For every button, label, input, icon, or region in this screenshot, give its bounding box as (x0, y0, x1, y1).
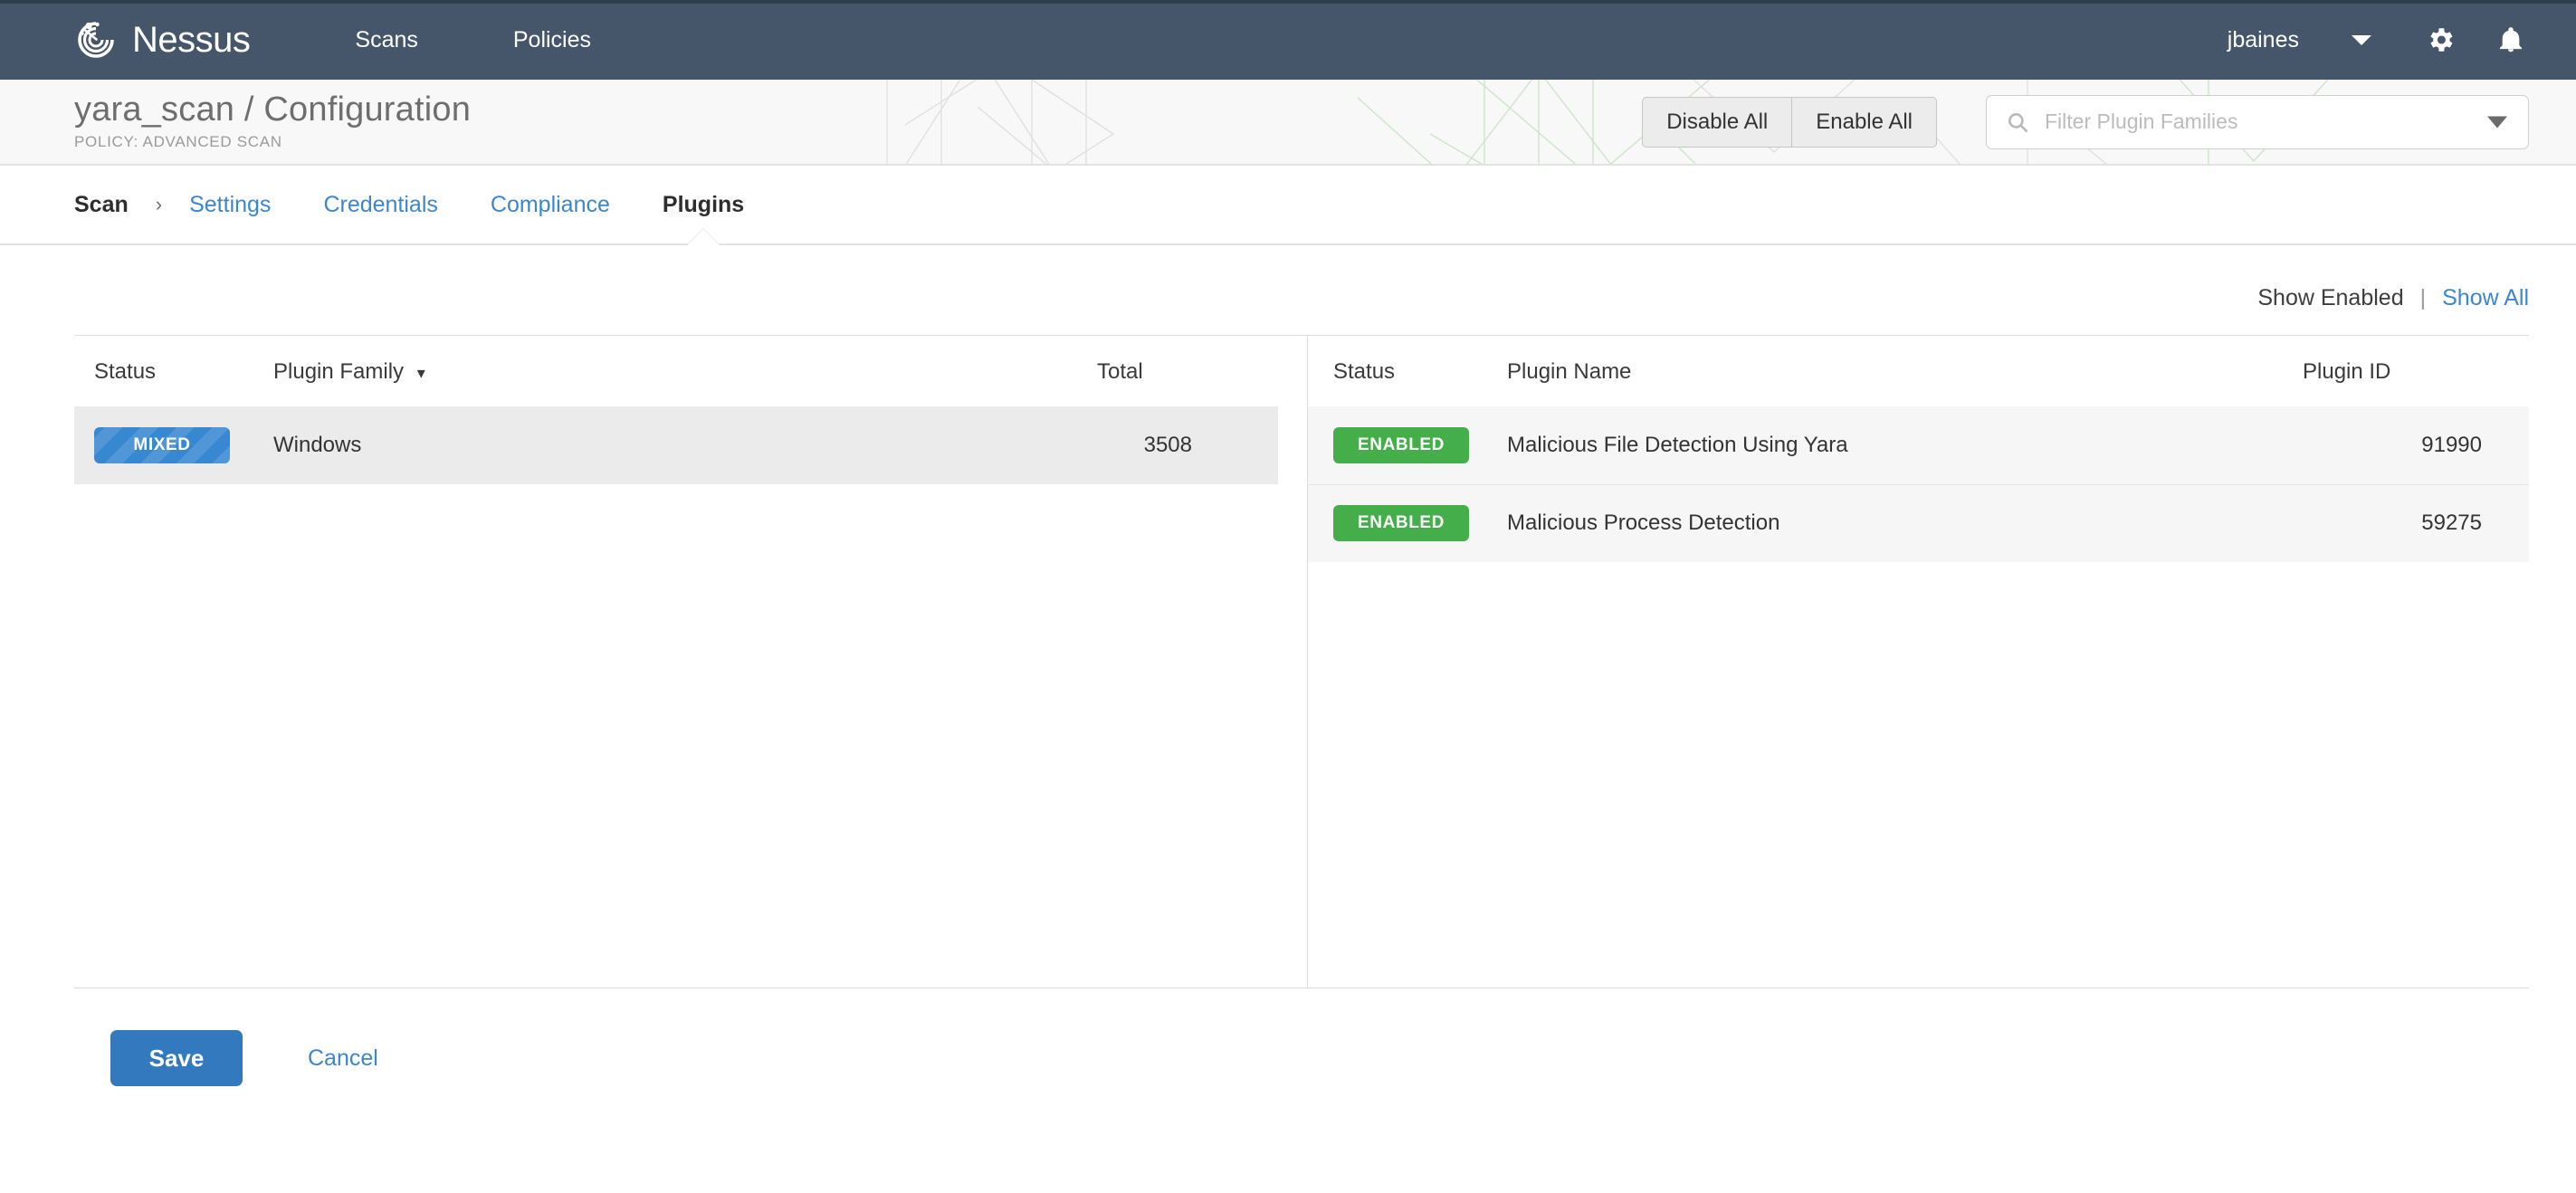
table-header-row: Status Plugin Family ▾ Total (74, 336, 1278, 406)
brand-name: Nessus (132, 22, 250, 58)
tab-scan-root[interactable]: Scan (74, 192, 129, 218)
title-block: yara_scan / Configuration POLICY: ADVANC… (74, 92, 471, 152)
show-filter-separator: | (2420, 285, 2427, 311)
page-title: yara_scan / Configuration (74, 92, 471, 129)
filter-plugin-families-control[interactable] (1986, 95, 2529, 149)
bulk-toggle-button-group: Disable All Enable All (1642, 97, 1937, 148)
plugin-id-cell: 59275 (2303, 484, 2529, 562)
column-header-plugin-id: Plugin ID (2303, 336, 2529, 406)
plugins-panel: Status Plugin Name Plugin ID ENABLED Mal… (1307, 336, 2529, 988)
caret-down-icon[interactable]: ▾ (417, 364, 425, 382)
main-content: Show Enabled | Show All Status Plugin Fa… (0, 245, 2576, 988)
plugins-panel-empty-space (1308, 562, 2529, 988)
disable-all-button[interactable]: Disable All (1642, 97, 1791, 148)
column-header-status: Status (74, 336, 273, 406)
column-header-status: Status (1308, 336, 1507, 406)
bell-icon[interactable] (2493, 22, 2529, 58)
panel-divider-gap (1278, 336, 1307, 988)
brand[interactable]: Nessus (72, 16, 250, 63)
cancel-button[interactable]: Cancel (308, 1045, 378, 1072)
plugin-status-cell: ENABLED (1308, 406, 1507, 484)
column-header-plugin-family[interactable]: Plugin Family ▾ (273, 336, 1097, 406)
column-header-plugin-family-label: Plugin Family (273, 359, 404, 384)
plugin-name-cell: Malicious Process Detection (1507, 484, 2303, 562)
family-name-cell: Windows (273, 406, 1097, 484)
save-button[interactable]: Save (110, 1030, 243, 1086)
family-total-cell: 3508 (1097, 406, 1278, 484)
families-panel-empty-space (74, 484, 1278, 910)
plugin-status-cell: ENABLED (1308, 484, 1507, 562)
plugin-families-panel: Status Plugin Family ▾ Total MIXED Windo… (74, 336, 1278, 988)
enable-all-button[interactable]: Enable All (1791, 97, 1937, 148)
breadcrumb-separator: › (156, 193, 162, 216)
show-enabled-link[interactable]: Show Enabled (2257, 285, 2403, 311)
tab-plugins[interactable]: Plugins (663, 192, 744, 218)
plugin-panels: Status Plugin Family ▾ Total MIXED Windo… (74, 335, 2529, 988)
plugin-name-cell: Malicious File Detection Using Yara (1507, 406, 2303, 484)
plugins-table: Status Plugin Name Plugin ID ENABLED Mal… (1308, 336, 2529, 562)
table-row[interactable]: MIXED Windows 3508 (74, 406, 1278, 484)
gear-icon[interactable] (2422, 22, 2458, 58)
filter-plugin-families-input[interactable] (1986, 95, 2529, 149)
tab-settings[interactable]: Settings (189, 192, 271, 218)
nav-item-scans[interactable]: Scans (355, 18, 417, 62)
nessus-swirl-logo-icon (72, 16, 119, 63)
status-badge: MIXED (94, 427, 230, 463)
tab-compliance[interactable]: Compliance (491, 192, 610, 218)
plugin-id-cell: 91990 (2303, 406, 2529, 484)
caret-down-icon[interactable] (2487, 116, 2507, 128)
section-tab-bar: Scan › Settings Credentials Compliance P… (0, 166, 2576, 245)
status-badge: ENABLED (1333, 505, 1469, 541)
show-filter-bar: Show Enabled | Show All (74, 245, 2529, 335)
column-header-plugin-name: Plugin Name (1507, 336, 2303, 406)
primary-nav: Scans Policies (355, 18, 686, 62)
family-status-cell: MIXED (74, 406, 273, 484)
top-navigation-bar: Nessus Scans Policies jbaines (0, 0, 2576, 80)
username-label[interactable]: jbaines (2228, 27, 2299, 53)
form-actions-footer: Save Cancel (74, 988, 2529, 1086)
tab-credentials[interactable]: Credentials (323, 192, 437, 218)
topbar-right-cluster: jbaines (2228, 22, 2576, 58)
page-title-bar: yara_scan / Configuration POLICY: ADVANC… (0, 80, 2576, 166)
nav-item-policies[interactable]: Policies (513, 18, 591, 62)
chevron-down-icon[interactable] (2352, 35, 2371, 45)
table-row[interactable]: ENABLED Malicious Process Detection 5927… (1308, 484, 2529, 562)
table-header-row: Status Plugin Name Plugin ID (1308, 336, 2529, 406)
table-row[interactable]: ENABLED Malicious File Detection Using Y… (1308, 406, 2529, 484)
column-header-total: Total (1097, 336, 1278, 406)
page-subtitle: POLICY: ADVANCED SCAN (74, 133, 471, 151)
show-all-link[interactable]: Show All (2442, 285, 2529, 311)
status-badge: ENABLED (1333, 427, 1469, 463)
plugin-families-table: Status Plugin Family ▾ Total MIXED Windo… (74, 336, 1278, 484)
titlebar-actions: Disable All Enable All (1642, 95, 2529, 149)
